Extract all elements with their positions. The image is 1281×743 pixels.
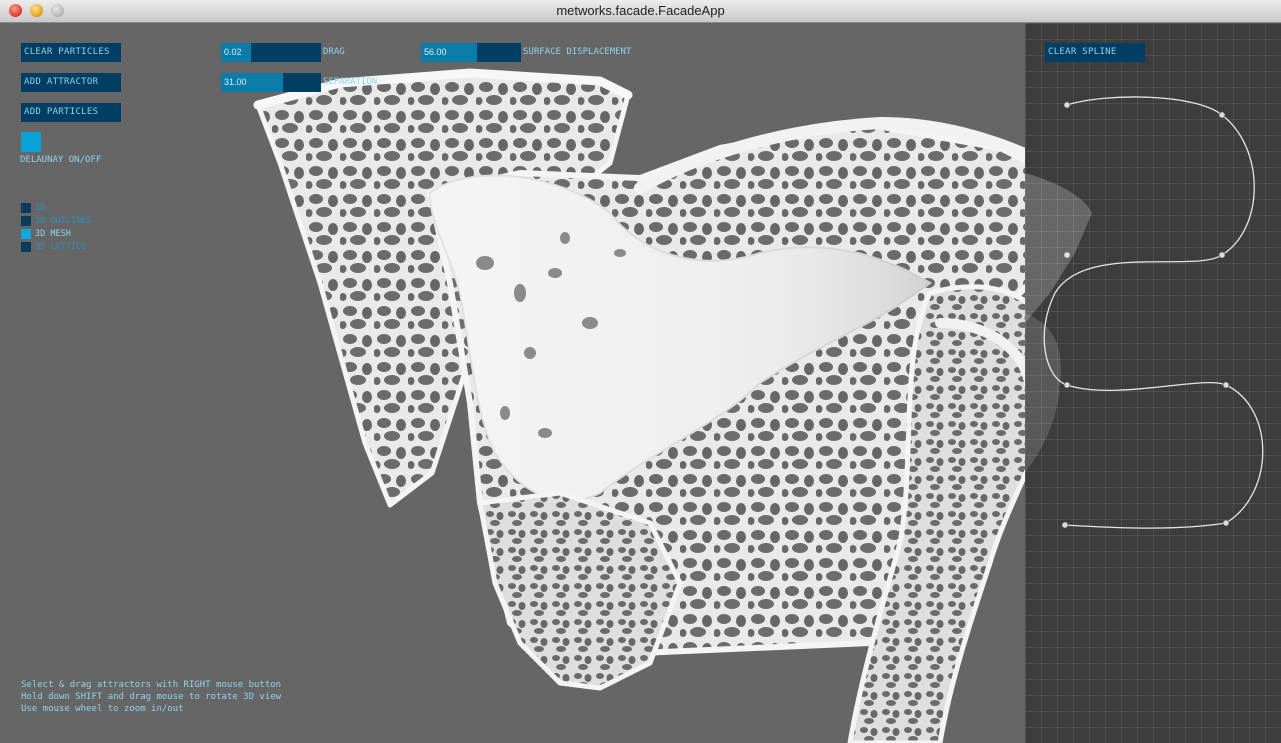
separation-slider-label: SEPARATION: [323, 77, 378, 87]
view-mode-3d-outlines-radio[interactable]: [21, 216, 31, 226]
drag-slider-value: 0.02: [224, 47, 242, 57]
view-mode-2d-radio[interactable]: [21, 203, 31, 213]
help-text-attractors: Select & drag attractors with RIGHT mous…: [21, 680, 282, 690]
help-text-zoom: Use mouse wheel to zoom in/out: [21, 704, 184, 714]
view-mode-3d-lattice-label: 3D LATTICE: [35, 242, 87, 252]
drag-slider[interactable]: 0.02: [221, 43, 321, 62]
view-mode-3d-mesh-label: 3D MESH: [35, 229, 71, 239]
add-particles-button[interactable]: ADD PARTICLES: [21, 103, 121, 122]
help-text-rotate: Hold down SHIFT and drag mouse to rotate…: [21, 692, 282, 702]
add-attractor-button[interactable]: ADD ATTRACTOR: [21, 73, 121, 92]
view-mode-3d-lattice-radio[interactable]: [21, 242, 31, 252]
surface-displacement-slider-value: 56.00: [424, 47, 447, 57]
surface-displacement-slider[interactable]: 56.00: [421, 43, 521, 62]
mesh-overlap: [1025, 173, 1092, 473]
separation-slider-value: 31.00: [224, 77, 247, 87]
view-mode-2d-label: 2D: [35, 203, 46, 213]
title-bar[interactable]: metworks.facade.FacadeApp: [0, 0, 1281, 23]
separation-slider[interactable]: 31.00: [221, 73, 321, 92]
delaunay-toggle[interactable]: [21, 132, 41, 152]
delaunay-label: DELAUNAY ON/OFF: [20, 155, 102, 165]
3d-viewport[interactable]: CLEAR SPLINE CLEAR PARTICLES ADD ATTRACT…: [0, 23, 1281, 743]
drag-slider-label: DRAG: [323, 47, 345, 57]
surface-displacement-slider-label: SURFACE DISPLACEMENT: [523, 47, 632, 57]
app-window: metworks.facade.FacadeApp CLEAR SPLINE C…: [0, 0, 1281, 743]
window-title: metworks.facade.FacadeApp: [556, 3, 725, 18]
view-mode-3d-outlines-label: 3D OUTLINES: [35, 216, 92, 226]
view-mode-3d-mesh-radio[interactable]: [21, 229, 31, 239]
clear-particles-button[interactable]: CLEAR PARTICLES: [21, 43, 121, 62]
